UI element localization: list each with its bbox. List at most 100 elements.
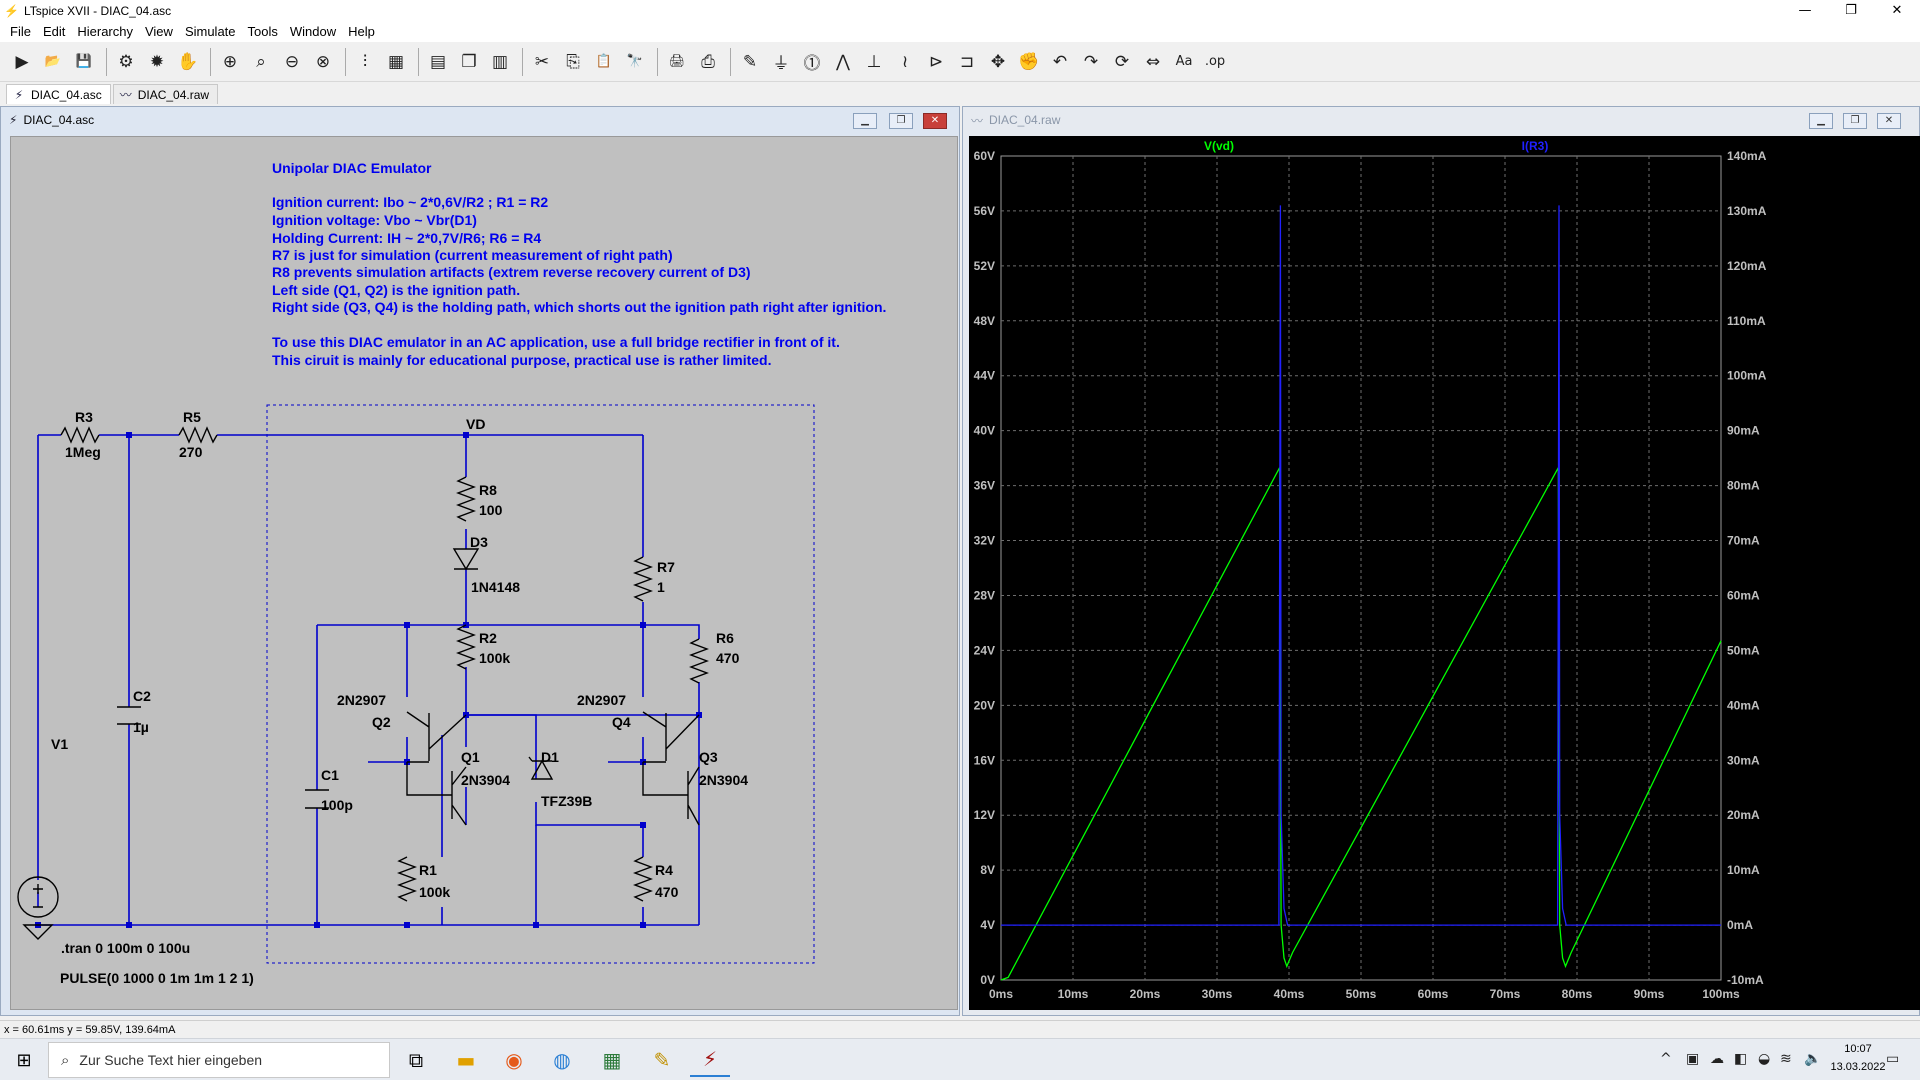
control-panel-icon[interactable]: ⚙ <box>112 47 140 77</box>
schematic-canvas[interactable]: Unipolar DIAC Emulator Ignition current:… <box>10 136 958 1010</box>
menu-edit[interactable]: Edit <box>37 22 71 42</box>
rotate-icon[interactable]: ⟳ <box>1108 47 1136 77</box>
ltspice-icon[interactable]: ⚡ <box>690 1043 730 1077</box>
tile-horizontal-icon[interactable]: ▤ <box>424 47 452 77</box>
toolbar-separator <box>345 47 346 76</box>
resistor-r4-symbol[interactable] <box>633 856 653 902</box>
resistor-r3-symbol[interactable] <box>60 426 100 444</box>
zoom-out-icon[interactable]: ⊖ <box>278 47 306 77</box>
transistor-q4-symbol[interactable] <box>642 711 700 763</box>
tray-app-icon[interactable]: ◧ <box>1734 1051 1747 1067</box>
open-icon[interactable]: 📂 <box>39 47 67 77</box>
menu-simulate[interactable]: Simulate <box>179 22 242 42</box>
waveform-close-button[interactable]: ✕ <box>1877 113 1901 129</box>
find-icon[interactable]: 🔭 <box>621 47 649 77</box>
menu-hierarchy[interactable]: Hierarchy <box>71 22 139 42</box>
drag-icon[interactable]: ✊ <box>1015 47 1043 77</box>
resistor-r2-symbol[interactable] <box>456 624 476 670</box>
close-button[interactable]: ✕ <box>1874 0 1920 22</box>
clock-date[interactable]: 13.03.2022 <box>1820 1061 1896 1073</box>
resistor-icon[interactable]: ⋀ <box>829 47 857 77</box>
schematic-window-title: DIAC_04.asc <box>23 113 95 127</box>
label-net-icon[interactable]: ⓵ <box>798 47 826 77</box>
zoom-in-icon[interactable]: ⊕ <box>216 47 244 77</box>
taskbar-search[interactable]: ⌕ Zur Suche Text hier eingeben <box>48 1042 390 1078</box>
spice-directive-icon[interactable]: .op <box>1201 47 1229 77</box>
waveform-maximize-button[interactable]: ❐ <box>1843 113 1867 129</box>
cut-icon[interactable]: ✂ <box>528 47 556 77</box>
menu-window[interactable]: Window <box>284 22 342 42</box>
print-icon[interactable]: 🖨 <box>663 47 691 77</box>
transistor-q1-symbol[interactable] <box>406 762 467 826</box>
ground-icon[interactable]: ⏚ <box>767 47 795 77</box>
text-icon[interactable]: Aa <box>1170 47 1198 77</box>
autorange-icon[interactable]: ⫶ <box>351 47 379 77</box>
series-legend-label[interactable]: V(vd) <box>1204 139 1234 153</box>
paste-icon[interactable]: 📋 <box>590 47 618 77</box>
component-icon[interactable]: ⊐ <box>953 47 981 77</box>
tray-network-icon[interactable]: ◒ <box>1758 1051 1770 1067</box>
app-icon[interactable]: ◍ <box>542 1043 582 1077</box>
maximize-button[interactable]: ❐ <box>1828 0 1874 22</box>
schematic-maximize-button[interactable]: ❐ <box>889 113 913 129</box>
menu-file[interactable]: File <box>4 22 37 42</box>
halt-icon[interactable]: ✹ <box>143 47 171 77</box>
notification-icon[interactable]: ▭ <box>1886 1051 1899 1067</box>
comment-line: Right side (Q3, Q4) is the holding path,… <box>272 299 886 315</box>
minimize-button[interactable]: — <box>1782 0 1828 22</box>
run-icon[interactable]: ▶ <box>8 47 36 77</box>
tray-wifi-icon[interactable]: ≋ <box>1780 1051 1792 1067</box>
print-preview-icon[interactable]: ⎙ <box>694 47 722 77</box>
resistor-r7-symbol[interactable] <box>633 556 653 602</box>
move-icon[interactable]: ✥ <box>984 47 1012 77</box>
redo-icon[interactable]: ↷ <box>1077 47 1105 77</box>
r4-name: R4 <box>655 862 673 878</box>
tile-vertical-icon[interactable]: ▥ <box>486 47 514 77</box>
tray-device-icon[interactable]: ▣ <box>1686 1051 1699 1067</box>
diode-icon[interactable]: ⊳ <box>922 47 950 77</box>
d3-name: D3 <box>470 534 488 550</box>
file-explorer-icon[interactable]: ▬ <box>446 1043 486 1077</box>
schematic-minimize-button[interactable]: ▁ <box>853 113 877 129</box>
inductor-icon[interactable]: ≀ <box>891 47 919 77</box>
resistor-r1-symbol[interactable] <box>397 856 417 902</box>
resistor-r8-symbol[interactable] <box>456 476 476 522</box>
waveform-plot[interactable]: 0ms 10ms 20ms 30ms 40ms 50ms 60ms 70ms 80ms 90ms 1… <box>969 136 1920 1010</box>
menu-help[interactable]: Help <box>342 22 381 42</box>
draw-wire-icon[interactable]: ✎ <box>736 47 764 77</box>
save-icon[interactable]: 💾 <box>70 47 98 77</box>
cascade-icon[interactable]: ❐ <box>455 47 483 77</box>
capacitor-icon[interactable]: ⊥ <box>860 47 888 77</box>
resistor-r6-symbol[interactable] <box>689 638 709 684</box>
menu-view[interactable]: View <box>139 22 179 42</box>
undo-icon[interactable]: ↶ <box>1046 47 1074 77</box>
tray-overflow-icon[interactable]: ^ <box>1660 1051 1672 1067</box>
y-right-tick-label: 30mA <box>1727 753 1760 767</box>
clock-time[interactable]: 10:07 <box>1820 1043 1896 1055</box>
calculator-icon[interactable]: ▦ <box>592 1043 632 1077</box>
mirror-icon[interactable]: ⇔ <box>1139 47 1167 77</box>
v1-name: V1 <box>51 736 68 752</box>
resistor-r5-symbol[interactable] <box>178 426 218 444</box>
tab-schematic[interactable]: ⚡ DIAC_04.asc <box>6 84 111 104</box>
diode-d3-symbol[interactable] <box>452 548 480 571</box>
windows-start-icon[interactable]: ⊞ <box>4 1043 44 1077</box>
grid-icon[interactable]: ▦ <box>382 47 410 77</box>
pan-hand-icon[interactable]: ✋ <box>174 47 202 77</box>
zoom-cancel-icon[interactable]: ⊗ <box>309 47 337 77</box>
copy-icon[interactable]: ⎘ <box>559 47 587 77</box>
pen-app-icon[interactable]: ✎ <box>642 1043 682 1077</box>
schematic-close-button[interactable]: ✕ <box>923 113 947 129</box>
series-legend-label[interactable]: I(R3) <box>1522 139 1549 153</box>
tray-cloud-icon[interactable]: ☁ <box>1710 1051 1724 1067</box>
tab-waveform[interactable]: 〰 DIAC_04.raw <box>112 84 219 104</box>
transistor-q3-symbol[interactable] <box>642 762 700 826</box>
waveform-minimize-button[interactable]: ▁ <box>1809 113 1833 129</box>
transistor-q2-symbol[interactable] <box>406 711 467 763</box>
zoom-full-icon[interactable]: ⌕ <box>247 47 275 77</box>
menu-tools[interactable]: Tools <box>242 22 284 42</box>
y-right-tick-label: 100mA <box>1727 369 1767 383</box>
task-view-icon[interactable]: ⧉ <box>396 1043 436 1077</box>
firefox-icon[interactable]: ◉ <box>494 1043 534 1077</box>
tray-volume-icon[interactable]: 🔈 <box>1804 1051 1821 1067</box>
